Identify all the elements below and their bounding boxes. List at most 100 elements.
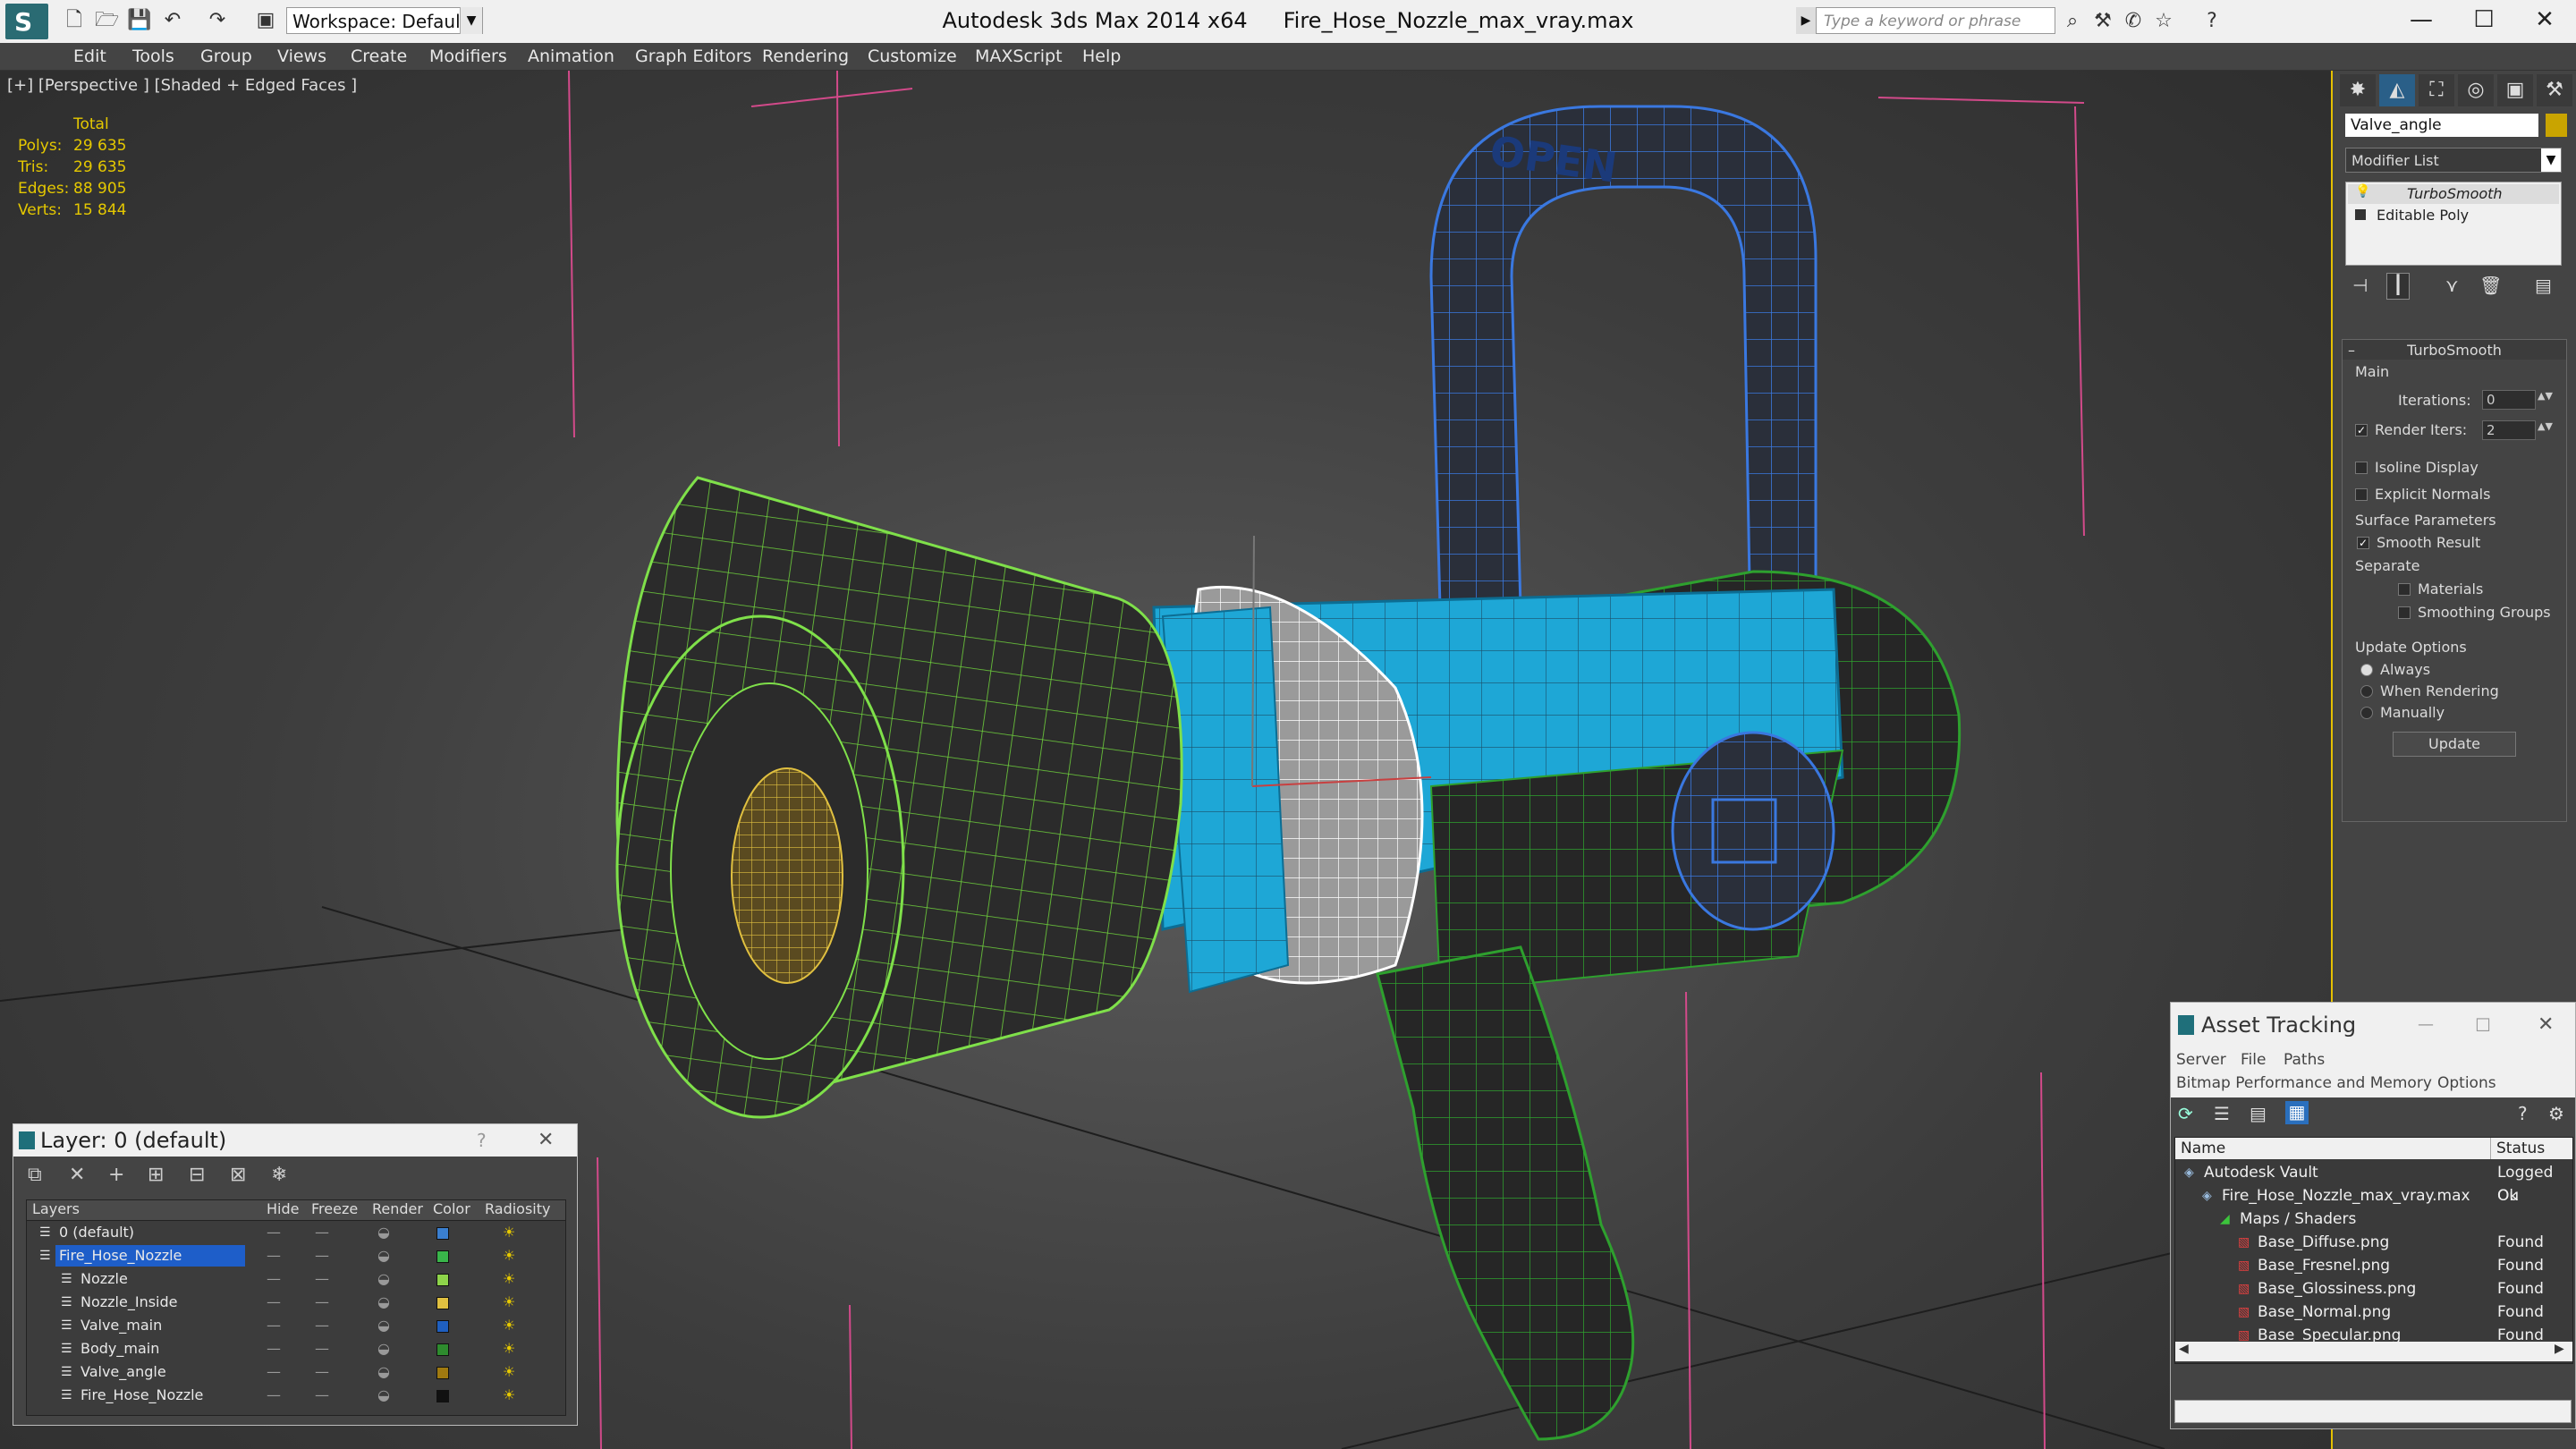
help-icon[interactable]: ? xyxy=(2518,1103,2528,1124)
select-objects-icon[interactable]: ⊞ xyxy=(148,1164,164,1186)
render-toggle-icon[interactable]: ◒ xyxy=(377,1222,390,1243)
layer-color-swatch[interactable] xyxy=(436,1343,449,1356)
menu-edit[interactable]: Edit xyxy=(73,43,106,70)
render-iters-spinner[interactable]: 2 xyxy=(2482,420,2536,440)
asset-tracking-titlebar[interactable]: Asset Tracking — ☐ ✕ xyxy=(2171,1003,2575,1047)
subscription-icon[interactable]: ⚒ xyxy=(2089,9,2116,34)
stack-item-turbosmooth[interactable]: 💡 TurboSmooth xyxy=(2348,184,2559,204)
hide-toggle[interactable]: — xyxy=(267,1245,281,1267)
asset-row[interactable]: ▧ Base_Glossiness.png Found xyxy=(2175,1277,2572,1301)
asset-row[interactable]: ◈ Autodesk Vault Logged Ou xyxy=(2175,1161,2572,1205)
show-end-result-icon[interactable]: ┃ xyxy=(2386,273,2410,300)
asset-path-field[interactable] xyxy=(2174,1400,2572,1423)
pistol-grip[interactable] xyxy=(1376,945,1635,1441)
when-rendering-radio[interactable] xyxy=(2360,685,2373,698)
new-layer-icon[interactable]: ⧉ xyxy=(28,1164,42,1186)
object-color-swatch[interactable] xyxy=(2546,114,2567,137)
thumbnail-view-icon[interactable]: ▤ xyxy=(2250,1103,2267,1124)
workspace-dropdown[interactable]: Workspace: Default xyxy=(286,7,483,34)
menu-modifiers[interactable]: Modifiers xyxy=(429,43,507,70)
manually-radio[interactable] xyxy=(2360,707,2373,719)
layer-color-swatch[interactable] xyxy=(436,1250,449,1263)
hide-toggle[interactable]: — xyxy=(267,1222,281,1243)
communication-icon[interactable]: ✆ xyxy=(2120,9,2147,34)
smooth-result-checkbox[interactable]: ✓ xyxy=(2357,537,2369,549)
freeze-toggle[interactable]: — xyxy=(315,1268,329,1290)
asset-row[interactable]: ▧ Base_Normal.png Found xyxy=(2175,1301,2572,1324)
layer-row[interactable]: ☰ Nozzle_Inside — — ◒ ☀ xyxy=(27,1292,564,1313)
menu-animation[interactable]: Animation xyxy=(528,43,614,70)
asset-row[interactable]: ◈ Fire_Hose_Nozzle_max_vray.max Ok xyxy=(2175,1184,2572,1208)
layer-row[interactable]: ☰ Fire_Hose_Nozzle — — ◒ ☀ xyxy=(27,1245,564,1267)
freeze-toggle[interactable]: — xyxy=(315,1315,329,1336)
freeze-toggle[interactable]: — xyxy=(315,1385,329,1406)
open-file-icon[interactable]: 🗁 xyxy=(95,9,119,32)
asset-row[interactable]: ◢ Maps / Shaders xyxy=(2175,1208,2572,1231)
project-folder-icon[interactable]: ▣ xyxy=(254,9,277,32)
layer-row[interactable]: ☰ Body_main — — ◒ ☀ xyxy=(27,1338,564,1360)
menu-server[interactable]: Server xyxy=(2176,1051,2226,1069)
render-toggle-icon[interactable]: ◒ xyxy=(377,1245,390,1267)
binoculars-icon[interactable]: ⌕ xyxy=(2059,9,2086,34)
freeze-toggle[interactable]: — xyxy=(315,1338,329,1360)
radiosity-icon[interactable]: ☀ xyxy=(503,1315,515,1336)
menu-options[interactable]: Options xyxy=(2437,1074,2496,1092)
layer-color-swatch[interactable] xyxy=(436,1390,449,1402)
hide-all-icon[interactable]: ⊠ xyxy=(230,1164,246,1186)
rollout-header[interactable]: – TurboSmooth xyxy=(2343,340,2566,360)
motion-tab-icon[interactable]: ◎ xyxy=(2458,74,2494,106)
smoothing-groups-checkbox[interactable] xyxy=(2398,606,2411,619)
spinner-arrows-icon[interactable]: ▲▼ xyxy=(2538,390,2553,402)
layer-color-swatch[interactable] xyxy=(436,1274,449,1286)
column-header[interactable]: Status xyxy=(2490,1138,2545,1159)
modifier-list-dropdown[interactable]: Modifier List ▼ xyxy=(2345,148,2562,173)
close-button[interactable]: ✕ xyxy=(2513,0,2576,39)
scroll-right-icon[interactable]: ▶ xyxy=(2555,1342,2564,1356)
hide-toggle[interactable]: — xyxy=(267,1315,281,1336)
layer-row[interactable]: ☰ Fire_Hose_Nozzle — — ◒ ☀ xyxy=(27,1385,564,1406)
explicit-normals-checkbox[interactable] xyxy=(2355,488,2368,501)
column-header[interactable]: Color xyxy=(433,1200,470,1217)
asset-row[interactable]: ▧ Base_Fresnel.png Found xyxy=(2175,1254,2572,1277)
menu-rendering[interactable]: Rendering xyxy=(762,43,849,70)
column-header[interactable]: Radiosity xyxy=(485,1200,550,1217)
menu-create[interactable]: Create xyxy=(351,43,407,70)
horizontal-scrollbar[interactable]: ◀ ▶ xyxy=(2175,1342,2572,1361)
nozzle-inside[interactable] xyxy=(731,767,843,984)
hide-toggle[interactable]: — xyxy=(267,1385,281,1406)
minimize-icon[interactable]: — xyxy=(2418,1003,2434,1047)
app-logo-button[interactable]: S xyxy=(5,4,48,39)
update-button[interactable]: Update xyxy=(2393,732,2516,757)
layer-row[interactable]: ☰ Nozzle — — ◒ ☀ xyxy=(27,1268,564,1290)
column-header[interactable]: Render xyxy=(372,1200,423,1217)
redo-icon[interactable]: ↷ xyxy=(206,9,229,32)
freeze-toggle[interactable]: — xyxy=(315,1361,329,1383)
chevron-down-icon[interactable]: ▼ xyxy=(2541,148,2561,172)
layer-row[interactable]: ☰ 0 (default) — — ◒ ☀ xyxy=(27,1222,564,1243)
menu-graph-editors[interactable]: Graph Editors xyxy=(635,43,751,70)
always-radio[interactable] xyxy=(2360,664,2373,676)
render-toggle-icon[interactable]: ◒ xyxy=(377,1268,390,1290)
hierarchy-tab-icon[interactable]: ⛶ xyxy=(2419,74,2454,106)
close-icon[interactable]: ✕ xyxy=(2538,1003,2554,1047)
add-to-layer-icon[interactable]: + xyxy=(108,1164,124,1186)
viewport-label[interactable]: [+] [Perspective ] [Shaded + Edged Faces… xyxy=(7,76,357,95)
freeze-all-icon[interactable]: ❄ xyxy=(271,1164,287,1186)
display-tab-icon[interactable]: ▣ xyxy=(2497,74,2533,106)
minimize-button[interactable]: — xyxy=(2390,0,2453,39)
column-header[interactable]: Freeze xyxy=(311,1200,358,1217)
stack-item-editable-poly[interactable]: Editable Poly xyxy=(2348,206,2559,225)
delete-layer-icon[interactable]: ✕ xyxy=(69,1164,85,1186)
maximize-button[interactable]: ☐ xyxy=(2453,0,2515,39)
scroll-left-icon[interactable]: ◀ xyxy=(2179,1342,2189,1356)
freeze-toggle[interactable]: — xyxy=(315,1292,329,1313)
close-icon[interactable]: ✕ xyxy=(538,1124,554,1157)
menu-bitmap-performance[interactable]: Bitmap Performance and Memory xyxy=(2176,1074,2432,1092)
undo-icon[interactable]: ↶ xyxy=(161,9,184,32)
settings-icon[interactable]: ⚙ xyxy=(2548,1103,2564,1124)
configure-sets-icon[interactable]: ▤ xyxy=(2535,275,2552,296)
object-name-field[interactable]: Valve_angle xyxy=(2345,114,2538,137)
utilities-tab-icon[interactable]: ⚒ xyxy=(2537,74,2572,106)
radiosity-icon[interactable]: ☀ xyxy=(503,1292,515,1313)
render-toggle-icon[interactable]: ◒ xyxy=(377,1292,390,1313)
